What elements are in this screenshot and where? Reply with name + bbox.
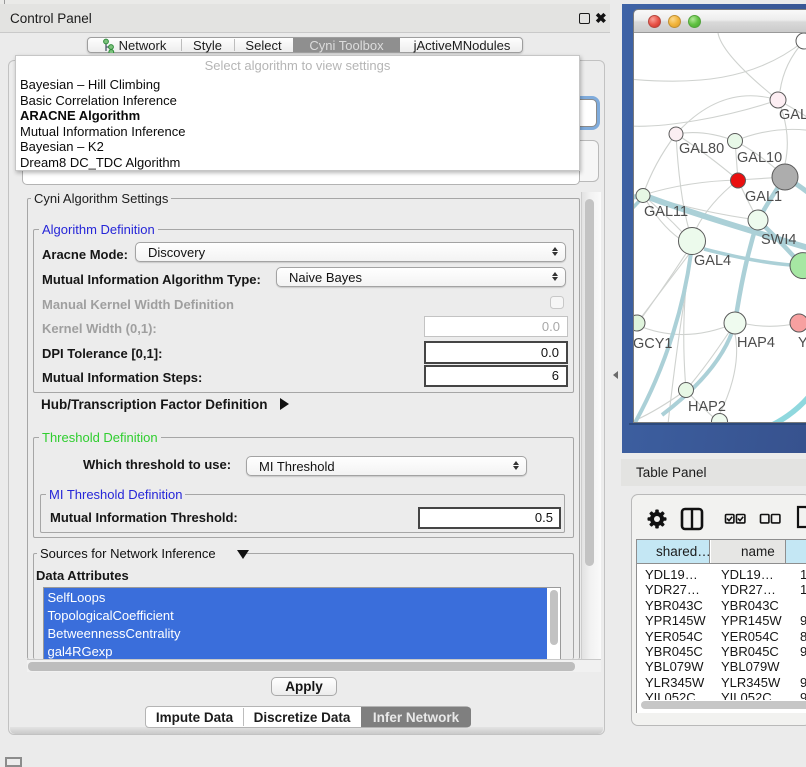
- svg-text:HAP4: HAP4: [737, 335, 775, 351]
- svg-text:HAP2: HAP2: [688, 399, 726, 415]
- svg-text:SWI4: SWI4: [761, 232, 796, 248]
- svg-text:GAL11: GAL11: [644, 204, 688, 220]
- svg-text:GAL10: GAL10: [737, 150, 782, 166]
- svg-text:GAL80: GAL80: [679, 141, 724, 157]
- svg-text:YJ: YJ: [798, 335, 806, 351]
- svg-text:GAL7: GAL7: [779, 107, 806, 123]
- svg-text:GAL1: GAL1: [745, 189, 782, 205]
- svg-text:GAL4: GAL4: [694, 253, 731, 269]
- svg-text:GCY1: GCY1: [634, 336, 673, 352]
